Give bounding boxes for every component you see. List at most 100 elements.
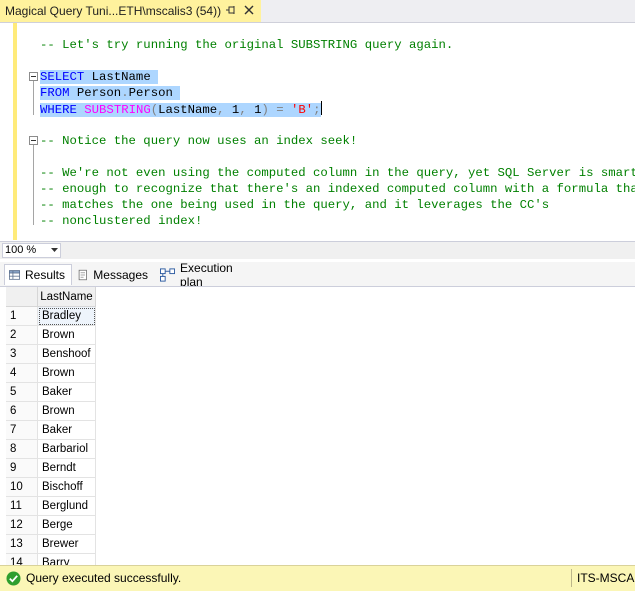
lastname-cell[interactable]: Benshoof [37, 344, 96, 364]
row-number-header[interactable] [6, 287, 38, 307]
outline-line [33, 81, 34, 115]
table-row[interactable]: 6 Brown [6, 401, 96, 421]
table-row[interactable]: 13 Brewer [6, 534, 96, 554]
chevron-down-icon [51, 248, 58, 252]
row-number-cell[interactable]: 10 [6, 477, 38, 497]
lastname-cell[interactable]: Baker [37, 420, 96, 440]
equals-operator: = [276, 103, 284, 117]
semicolon: ; [313, 103, 321, 117]
row-number-cell[interactable]: 13 [6, 534, 38, 554]
query-document-tab[interactable]: Magical Query Tuni...ETH\mscalis3 (54)) [0, 0, 261, 22]
table-row[interactable]: 10 Bischoff [6, 477, 96, 497]
code-from-line: FROM Person.Person [40, 85, 181, 101]
tab-execution-plan[interactable]: Execution plan [156, 261, 260, 289]
from-table: Person [128, 86, 173, 100]
row-number-cell[interactable]: 11 [6, 496, 38, 516]
tab-results[interactable]: Results [4, 264, 72, 285]
grid-icon [9, 270, 20, 280]
tab-execution-plan-label: Execution plan [180, 260, 233, 289]
keyword-select: SELECT [40, 70, 85, 84]
tab-results-label: Results [24, 268, 65, 282]
text-caret [320, 101, 322, 115]
pin-icon[interactable] [225, 4, 237, 16]
zoom-value: 100 % [5, 244, 37, 256]
code-where-line: WHERE SUBSTRING(LastName, 1, 1) = 'B'; [40, 101, 322, 117]
status-message: Query executed successfully. [26, 571, 182, 585]
status-separator [571, 569, 572, 587]
function-substring: SUBSTRING [84, 103, 151, 117]
row-number-cell[interactable]: 3 [6, 344, 38, 364]
tab-messages[interactable]: Messages [74, 264, 154, 285]
lastname-cell[interactable]: Brown [37, 401, 96, 421]
open-paren: ( [150, 103, 159, 117]
lastname-cell[interactable]: Bischoff [37, 477, 96, 497]
messages-icon [78, 269, 87, 280]
lastname-cell[interactable]: Berndt [37, 458, 96, 478]
row-number-cell[interactable]: 6 [6, 401, 38, 421]
table-row[interactable]: 7 Baker [6, 420, 96, 440]
start-arg: 1 [224, 103, 240, 117]
length-arg: 1 [246, 103, 262, 117]
success-check-icon [6, 571, 21, 586]
code-comment-line: -- nonclustered index! [40, 214, 203, 228]
lastname-cell[interactable]: Brown [37, 325, 96, 345]
row-number-cell[interactable]: 7 [6, 420, 38, 440]
table-row[interactable]: 12 Berge [6, 515, 96, 535]
row-number-cell[interactable]: 12 [6, 515, 38, 535]
from-dot: . [121, 86, 129, 100]
row-number-cell[interactable]: 2 [6, 325, 38, 345]
row-number-cell[interactable]: 8 [6, 439, 38, 459]
table-row[interactable]: 5 Baker [6, 382, 96, 402]
execution-plan-icon [160, 267, 176, 282]
table-row[interactable]: 2 Brown [6, 325, 96, 345]
code-comment-line: -- Let's try running the original SUBSTR… [40, 38, 454, 52]
table-row[interactable]: 11 Berglund [6, 496, 96, 516]
outline-line [33, 145, 34, 225]
keyword-where: WHERE [40, 103, 77, 117]
row-number-cell[interactable]: 4 [6, 363, 38, 383]
lastname-cell[interactable]: Berge [37, 515, 96, 535]
status-server-name: ITS-MSCAL [577, 571, 635, 585]
lastname-cell[interactable]: Barbariol [37, 439, 96, 459]
results-tab-strip: Results Messages Execution plan [0, 261, 635, 289]
comma: , [239, 103, 247, 117]
editor-zoom-bar: 100 % [0, 241, 635, 259]
collapse-region-icon[interactable] [29, 136, 38, 145]
row-number-cell[interactable]: 5 [6, 382, 38, 402]
lastname-cell[interactable]: Bradley [37, 306, 96, 326]
column-header-lastname[interactable]: LastName [37, 287, 96, 307]
lastname-cell[interactable]: Berglund [37, 496, 96, 516]
collapse-region-icon[interactable] [29, 72, 38, 81]
lastname-cell[interactable]: Brown [37, 363, 96, 383]
code-comment-line: -- Notice the query now uses an index se… [40, 134, 358, 148]
table-row[interactable]: 4 Brown [6, 363, 96, 383]
zoom-dropdown[interactable]: 100 % [2, 243, 61, 258]
from-schema: Person [69, 86, 122, 100]
query-editor[interactable]: -- Let's try running the original SUBSTR… [0, 23, 635, 240]
row-number-cell[interactable]: 9 [6, 458, 38, 478]
select-column: LastName [84, 70, 151, 84]
results-grid[interactable]: LastName 1 Bradley 2 Brown 3 Benshoof 4 Brown 5 B… [0, 286, 635, 566]
tab-messages-label: Messages [93, 267, 148, 282]
table-row[interactable]: 3 Benshoof [6, 344, 96, 364]
table-row[interactable]: 9 Berndt [6, 458, 96, 478]
change-tracking-bar [13, 23, 17, 240]
status-bar: Query executed successfully. ITS-MSCAL [0, 565, 635, 591]
close-paren: ) [261, 103, 269, 117]
lastname-cell[interactable]: Baker [37, 382, 96, 402]
code-comment-line: -- We're not even using the computed col… [40, 166, 635, 180]
document-tab-strip: Magical Query Tuni...ETH\mscalis3 (54)) [0, 0, 635, 23]
table-row[interactable]: 8 Barbariol [6, 439, 96, 459]
close-icon[interactable] [243, 4, 255, 16]
lastname-cell[interactable]: Brewer [37, 534, 96, 554]
editor-margin [0, 23, 20, 240]
table-row[interactable]: 1 Bradley [6, 306, 96, 326]
code-comment-line: -- matches the one being used in the que… [40, 198, 550, 212]
where-column: LastName [158, 103, 218, 117]
row-number-cell[interactable]: 1 [6, 306, 38, 326]
code-comment-line: -- enough to recognize that there's an i… [40, 182, 635, 196]
string-literal: 'B' [291, 103, 314, 117]
comma: , [217, 103, 225, 117]
query-tab-title: Magical Query Tuni...ETH\mscalis3 (54)) [5, 4, 222, 18]
results-table: LastName 1 Bradley 2 Brown 3 Benshoof 4 Brown 5 B… [6, 287, 96, 566]
